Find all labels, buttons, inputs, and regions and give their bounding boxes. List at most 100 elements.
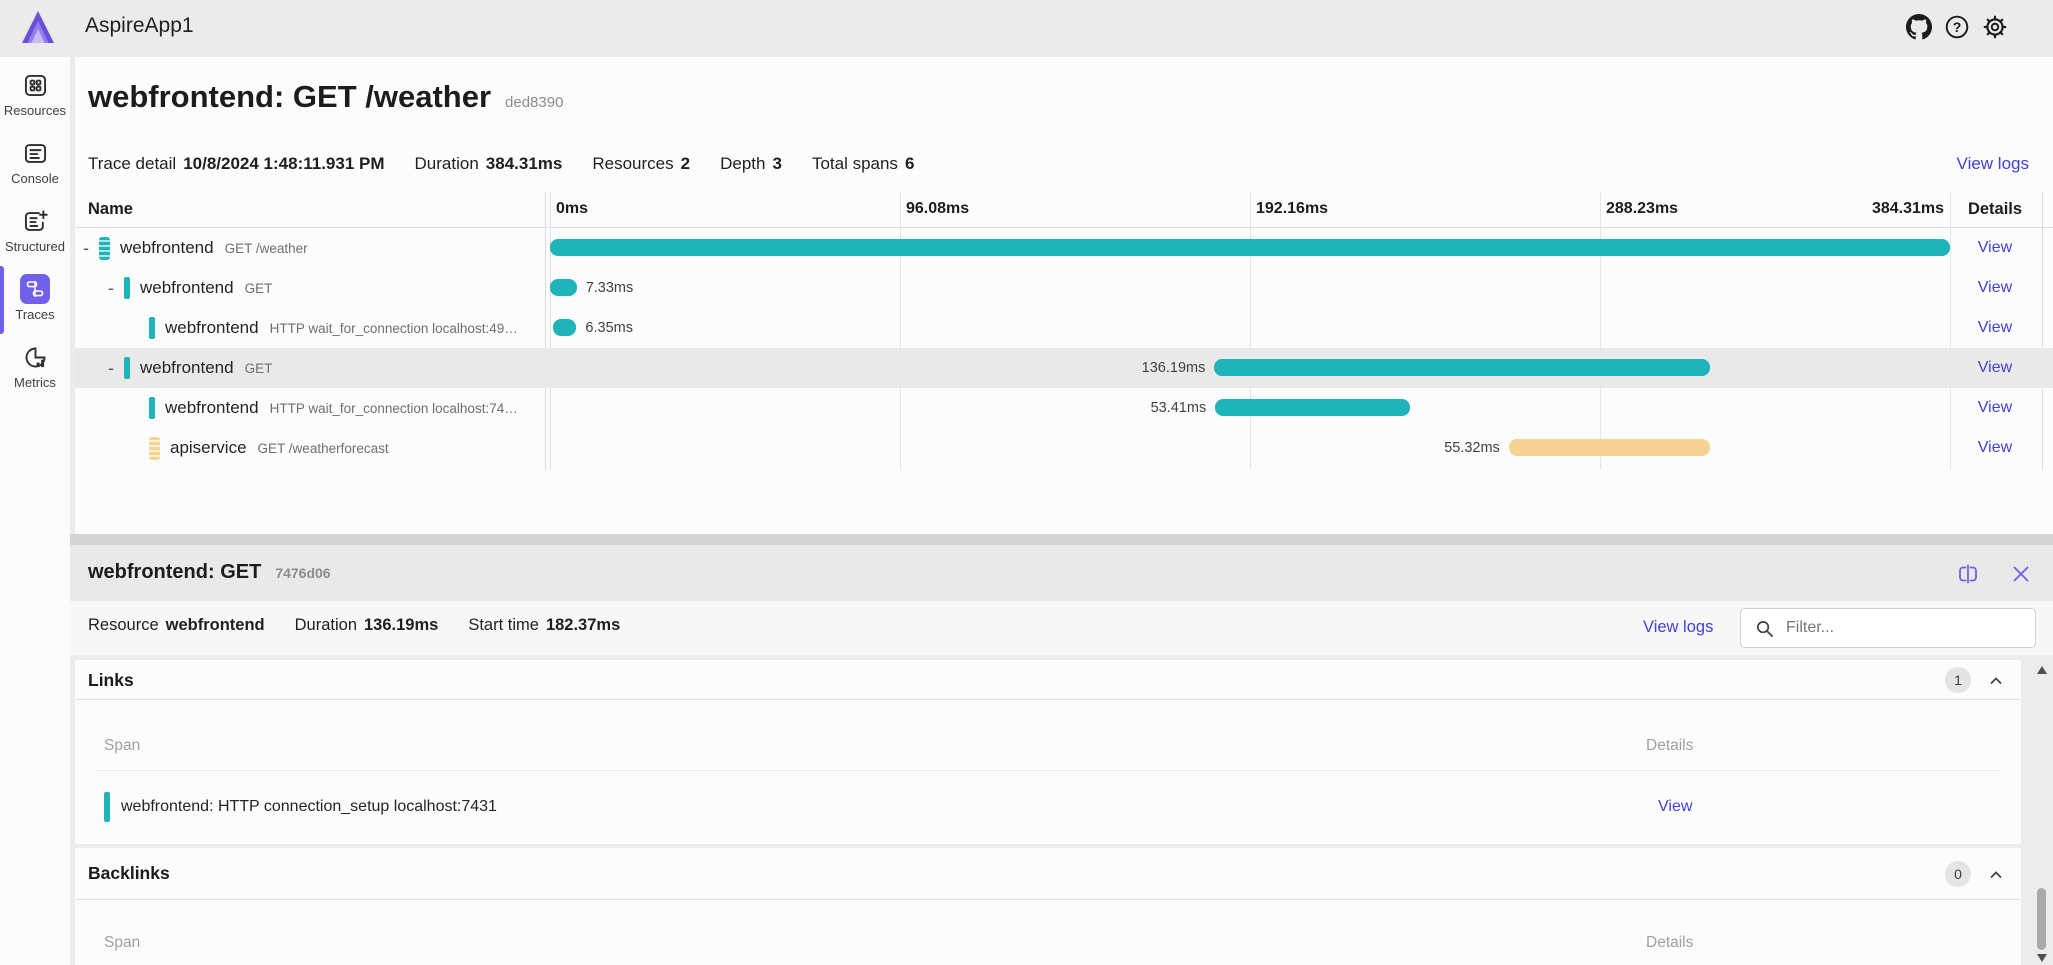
span-id: 7476d06 xyxy=(275,565,331,581)
span-resource: Resource webfrontend xyxy=(88,616,265,634)
trace-span-row[interactable]: webfrontend HTTP wait_for_connection loc… xyxy=(75,308,2053,348)
span-info-bar: Resource webfrontend Duration 136.19ms Sta… xyxy=(70,601,2053,655)
help-icon[interactable]: ? xyxy=(1943,13,1971,41)
resources-grid-icon xyxy=(24,74,46,96)
span-name-cell: - webfrontend GET xyxy=(75,268,543,308)
scrollbar-thumb[interactable] xyxy=(2037,888,2046,950)
link-row[interactable]: webfrontend: HTTP connection_setup local… xyxy=(75,771,2021,844)
span-timeline-cell: 6.35ms xyxy=(550,308,1950,348)
span-operation-name: GET xyxy=(244,360,273,376)
span-duration: Duration 136.19ms xyxy=(294,616,439,634)
filter-box xyxy=(1740,608,2036,648)
span-view-link[interactable]: View xyxy=(1978,399,2012,416)
backlinks-count-badge: 0 xyxy=(1945,861,1971,887)
links-span-header: Span xyxy=(104,737,141,754)
span-duration-label: 6.35ms xyxy=(585,320,633,336)
span-timeline-cell: 7.33ms xyxy=(550,268,1950,308)
backlinks-title: Backlinks xyxy=(88,863,170,883)
span-view-link[interactable]: View xyxy=(1978,359,2012,376)
span-timeline-bar xyxy=(550,279,577,296)
sidebar-item-resources[interactable]: Resources xyxy=(0,62,70,130)
trace-span-row[interactable]: webfrontend HTTP wait_for_connection loc… xyxy=(75,388,2053,428)
chevron-up-icon[interactable] xyxy=(1985,864,2007,886)
span-view-link[interactable]: View xyxy=(1978,319,2012,336)
row-expander[interactable]: - xyxy=(83,238,99,259)
resource-color-icon xyxy=(124,357,130,379)
span-duration-label: 136.19ms xyxy=(1141,360,1206,376)
span-view-link[interactable]: View xyxy=(1978,439,2012,456)
span-timeline-cell: 55.32ms xyxy=(550,428,1950,468)
span-timeline-cell xyxy=(550,228,1950,268)
span-duration-label: 55.32ms xyxy=(1444,440,1500,456)
span-details-cell: View xyxy=(1950,348,2040,388)
scroll-up-arrow-icon[interactable] xyxy=(2037,666,2047,674)
span-resource-name: webfrontend xyxy=(120,238,214,257)
span-timeline-bar xyxy=(1215,399,1410,416)
active-indicator xyxy=(0,266,4,334)
link-view-link[interactable]: View xyxy=(1658,798,1692,816)
traces-icon xyxy=(26,281,44,297)
sidebar-label: Metrics xyxy=(14,375,56,390)
span-details-cell: View xyxy=(1950,428,2040,468)
span-details-cell: View xyxy=(1950,308,2040,348)
trace-span-row[interactable]: - webfrontend GET 136.19ms View xyxy=(75,348,2053,388)
span-name-cell: - webfrontend GET xyxy=(75,348,543,388)
app-title: AspireApp1 xyxy=(85,14,194,37)
span-view-link[interactable]: View xyxy=(1978,279,2012,296)
backlinks-details-header: Details xyxy=(1646,934,1694,951)
span-details-cell: View xyxy=(1950,228,2040,268)
links-section-header[interactable]: Links 1 xyxy=(75,660,2021,700)
sidebar-item-console[interactable]: Console xyxy=(0,130,70,198)
split-view-icon[interactable] xyxy=(1953,559,1983,589)
sidebar-item-metrics[interactable]: Metrics xyxy=(0,334,70,402)
sidebar-item-traces[interactable]: Traces xyxy=(0,266,70,334)
backlinks-section-header[interactable]: Backlinks 0 xyxy=(75,848,2021,900)
span-name-cell: webfrontend HTTP wait_for_connection loc… xyxy=(75,308,543,348)
links-details-header: Details xyxy=(1646,737,1694,754)
structured-logs-icon xyxy=(24,209,48,231)
close-icon[interactable] xyxy=(2006,559,2036,589)
span-name-cell: apiservice GET /weatherforecast xyxy=(75,428,543,468)
trace-span-row[interactable]: apiservice GET /weatherforecast 55.32ms … xyxy=(75,428,2053,468)
details-scrollbar[interactable] xyxy=(2034,660,2050,965)
span-timeline-bar xyxy=(1508,439,1711,456)
filter-input[interactable] xyxy=(1786,619,2016,637)
resource-color-icon xyxy=(99,236,110,260)
panel-resize-handle[interactable] xyxy=(70,534,2053,545)
nav-rail: Resources Console Structured Traces Metr… xyxy=(0,57,70,965)
trace-span-row[interactable]: - webfrontend GET /weather View xyxy=(75,228,2053,268)
span-name-cell: webfrontend HTTP wait_for_connection loc… xyxy=(75,388,543,428)
chevron-up-icon[interactable] xyxy=(1985,670,2007,692)
resource-color-icon xyxy=(149,317,155,339)
links-count-badge: 1 xyxy=(1945,667,1971,693)
span-timeline-bar xyxy=(553,319,577,336)
span-operation-name: GET xyxy=(244,280,273,296)
span-resource-name: webfrontend xyxy=(165,318,259,337)
sidebar-label: Resources xyxy=(3,103,67,118)
github-icon[interactable] xyxy=(1905,13,1933,41)
backlinks-span-header: Span xyxy=(104,934,141,951)
span-timeline-bar xyxy=(550,239,1950,256)
span-details-cell: View xyxy=(1950,388,2040,428)
sidebar-label: Structured xyxy=(5,239,65,254)
scroll-down-arrow-icon[interactable] xyxy=(2037,954,2047,962)
trace-detail-card: webfrontend: GET /weather ded8390 Trace d… xyxy=(75,57,2053,534)
span-name-cell: - webfrontend GET /weather xyxy=(75,228,543,268)
link-span-text: webfrontend: HTTP connection_setup local… xyxy=(121,798,497,815)
console-icon xyxy=(24,143,46,163)
links-section: Links 1 Span Details webfrontend: HTTP c… xyxy=(75,660,2021,844)
span-view-link[interactable]: View xyxy=(1978,239,2012,256)
span-title: webfrontend: GET xyxy=(88,561,262,583)
span-view-logs-link[interactable]: View logs xyxy=(1643,618,1713,637)
sidebar-item-structured[interactable]: Structured xyxy=(0,198,70,266)
resource-color-icon xyxy=(149,436,160,460)
span-panel-content: Links 1 Span Details webfrontend: HTTP c… xyxy=(70,655,2053,965)
span-timeline-bar xyxy=(1214,359,1711,376)
row-expander[interactable]: - xyxy=(108,278,124,299)
span-operation-name: HTTP wait_for_connection localhost:74… xyxy=(269,400,518,416)
settings-gear-icon[interactable] xyxy=(1981,13,2009,41)
sidebar-label: Traces xyxy=(15,307,55,322)
resource-color-icon xyxy=(149,397,155,419)
row-expander[interactable]: - xyxy=(108,358,124,379)
trace-span-row[interactable]: - webfrontend GET 7.33ms View xyxy=(75,268,2053,308)
